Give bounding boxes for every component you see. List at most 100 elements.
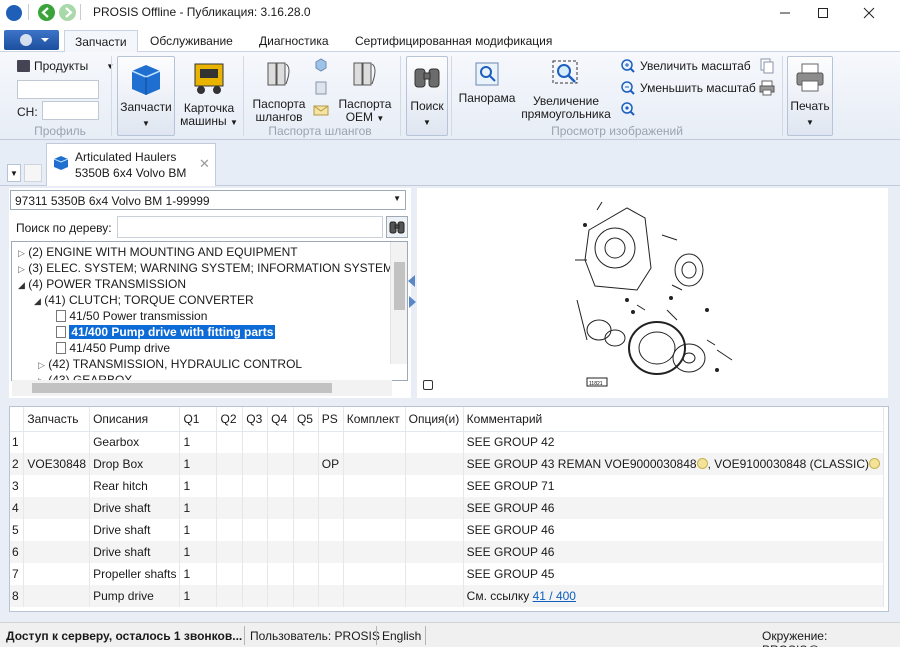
back-icon[interactable] xyxy=(38,4,55,21)
add-circle-icon[interactable] xyxy=(696,458,708,469)
tree-node[interactable]: ▷ (42) TRANSMISSION, HYDRAULIC CONTROL xyxy=(38,356,302,372)
zoom-reset-icon xyxy=(621,102,635,116)
binoculars-icon xyxy=(389,221,405,234)
tree-search-label: Поиск по дереву: xyxy=(16,221,112,235)
document-tab-title: Articulated Haulers xyxy=(75,150,177,164)
print-small-icon[interactable] xyxy=(759,80,775,96)
column-header[interactable]: Q2 xyxy=(216,407,244,432)
parts-button[interactable]: Запчасти ▼ xyxy=(117,56,175,136)
tree-node[interactable]: 41/450 Pump drive xyxy=(56,340,170,356)
table-row[interactable]: 3 Rear hitch 1 SEE GROUP 71 xyxy=(10,475,885,497)
title-bar: PROSIS Offline - Публикация: 3.16.28.0 xyxy=(0,0,900,26)
illustration-pane[interactable]: 11821 xyxy=(417,188,888,398)
rect-zoom-icon xyxy=(552,60,578,84)
forward-icon[interactable] xyxy=(59,4,76,21)
rect-zoom-button[interactable]: Увеличение прямоугольника xyxy=(518,56,614,122)
collapse-left-icon[interactable] xyxy=(408,275,415,287)
tree-search-input[interactable] xyxy=(117,216,383,238)
tree-node[interactable]: ▷ (3) ELEC. SYSTEM; WARNING SYSTEM; INFO… xyxy=(18,260,407,276)
table-row[interactable]: 2 VOE30848 Drop Box 1 OP SEE GROUP 43 RE… xyxy=(10,453,885,475)
add-circle-icon[interactable] xyxy=(869,458,880,469)
ribbon-tab-bar: Запчасти Обслуживание Диагностика Сертиф… xyxy=(0,26,900,53)
tab-diagnostics[interactable]: Диагностика xyxy=(249,30,339,52)
tab-parts[interactable]: Запчасти xyxy=(64,30,138,53)
panorama-button[interactable]: Панорама xyxy=(456,56,518,116)
table-row[interactable]: 1 Gearbox 1 SEE GROUP 42 xyxy=(10,431,885,453)
profile-group-label: Профиль xyxy=(34,124,86,138)
search-button[interactable]: Поиск ▼ xyxy=(406,56,448,136)
column-header[interactable]: Описания xyxy=(89,407,181,432)
server-status: Доступ к серверу, осталось 1 звонков... xyxy=(6,629,243,643)
tree-node[interactable]: ◢ (4) POWER TRANSMISSION xyxy=(18,276,186,292)
product-input[interactable] xyxy=(17,80,99,99)
document-icon xyxy=(56,326,66,338)
oem-passport-button[interactable]: Паспорта OEM ▼ xyxy=(336,56,394,124)
table-header-row: Запчасть Описания Q1 Q2 Q3 Q4 Q5 PS Комп… xyxy=(10,407,885,432)
column-header[interactable]: Q1 xyxy=(179,407,218,432)
document-tab[interactable]: Articulated Haulers 5350B 6x4 Volvo BM ✕ xyxy=(46,143,216,186)
tab-certified-modification[interactable]: Сертифицированная модификация xyxy=(345,30,562,52)
expand-right-icon[interactable] xyxy=(409,296,416,308)
tree-node[interactable]: 41/50 Power transmission xyxy=(56,308,207,324)
zoom-reset-button[interactable] xyxy=(620,101,636,117)
hose-passport-button[interactable]: Паспорта шлангов xyxy=(250,56,308,124)
tree-node[interactable]: ◢ (41) CLUTCH; TORQUE CONVERTER xyxy=(34,292,254,308)
tree-horizontal-scrollbar[interactable] xyxy=(12,380,392,396)
table-row[interactable]: 8 Pump drive 1 См. ссылку 41 / 400 xyxy=(10,585,885,607)
products-dropdown[interactable]: Продукты ▼ xyxy=(17,59,114,73)
binoculars-icon xyxy=(414,68,440,88)
print-button[interactable]: Печать ▼ xyxy=(787,56,833,136)
parts-table[interactable]: Запчасть Описания Q1 Q2 Q3 Q4 Q5 PS Комп… xyxy=(9,406,889,612)
column-header[interactable]: Q5 xyxy=(293,407,319,432)
copy-icon[interactable] xyxy=(759,58,775,74)
close-window-button[interactable] xyxy=(846,0,892,26)
chevron-down-icon: ▼ xyxy=(229,118,238,127)
tree-vertical-scrollbar[interactable] xyxy=(390,242,407,364)
svg-text:11821: 11821 xyxy=(589,381,603,387)
tree-node[interactable]: ▷ (2) ENGINE WITH MOUNTING AND EQUIPMENT xyxy=(18,244,298,260)
scroll-thumb[interactable] xyxy=(32,383,332,393)
zoom-in-button[interactable]: Увеличить масштаб xyxy=(620,58,751,74)
tree-search-button[interactable] xyxy=(386,216,408,238)
envelope-icon[interactable] xyxy=(313,102,329,118)
column-header[interactable]: Опция(и) xyxy=(405,407,464,432)
hose-passport-icon xyxy=(267,62,290,86)
app-logo-icon xyxy=(6,5,22,21)
scroll-thumb[interactable] xyxy=(394,262,405,310)
column-header[interactable]: Комментарий xyxy=(463,407,885,432)
zoom-out-button[interactable]: Уменьшить масштаб xyxy=(620,80,756,96)
tree-node-selected[interactable]: 41/400 Pump drive with fitting parts xyxy=(56,324,276,340)
column-header[interactable]: Запчасть xyxy=(23,407,91,432)
chevron-down-icon: ▼ xyxy=(376,114,385,123)
language-status[interactable]: English xyxy=(382,629,421,643)
column-header[interactable]: PS xyxy=(318,407,344,432)
table-row[interactable]: 6 Drive shaft 1 SEE GROUP 46 xyxy=(10,541,885,563)
table-row[interactable]: 7 Propeller shafts 1 SEE GROUP 45 xyxy=(10,563,885,585)
tab-list-dropdown[interactable]: ▼ xyxy=(7,164,21,182)
model-select[interactable]: 97311 5350B 6x4 Volvo BM 1-99999 ▼ xyxy=(10,190,406,210)
ch-label: CH: xyxy=(17,105,38,119)
new-tab-button[interactable] xyxy=(24,164,42,182)
tab-service[interactable]: Обслуживание xyxy=(140,30,243,52)
column-header[interactable]: Q4 xyxy=(267,407,294,432)
illustration-checkbox[interactable] xyxy=(423,380,433,390)
hose-group-label: Паспорта шлангов xyxy=(268,124,372,138)
column-header[interactable]: Q3 xyxy=(242,407,269,432)
machine-card-button[interactable]: Карточка машины ▼ xyxy=(178,56,240,136)
table-row[interactable]: 5 Drive shaft 1 SEE GROUP 46 xyxy=(10,519,885,541)
column-header[interactable]: Комплект xyxy=(343,407,406,432)
reference-link[interactable]: 41 / 400 xyxy=(533,589,576,603)
table-row[interactable]: 4 Drive shaft 1 SEE GROUP 46 xyxy=(10,497,885,519)
app-menu-button[interactable] xyxy=(4,30,59,50)
window-title: PROSIS Offline - Публикация: 3.16.28.0 xyxy=(93,5,311,19)
chevron-down-icon: ▼ xyxy=(393,194,401,203)
parts-tree[interactable]: ▷ (2) ENGINE WITH MOUNTING AND EQUIPMENT… xyxy=(11,241,408,381)
document-icon[interactable] xyxy=(313,80,329,96)
maximize-button[interactable] xyxy=(800,0,846,26)
ch-input[interactable] xyxy=(42,101,99,120)
cube-icon[interactable] xyxy=(313,57,329,73)
panorama-icon xyxy=(475,62,499,86)
close-tab-icon[interactable]: ✕ xyxy=(199,156,210,172)
zoom-out-icon xyxy=(621,81,635,95)
printer-icon xyxy=(796,63,824,92)
